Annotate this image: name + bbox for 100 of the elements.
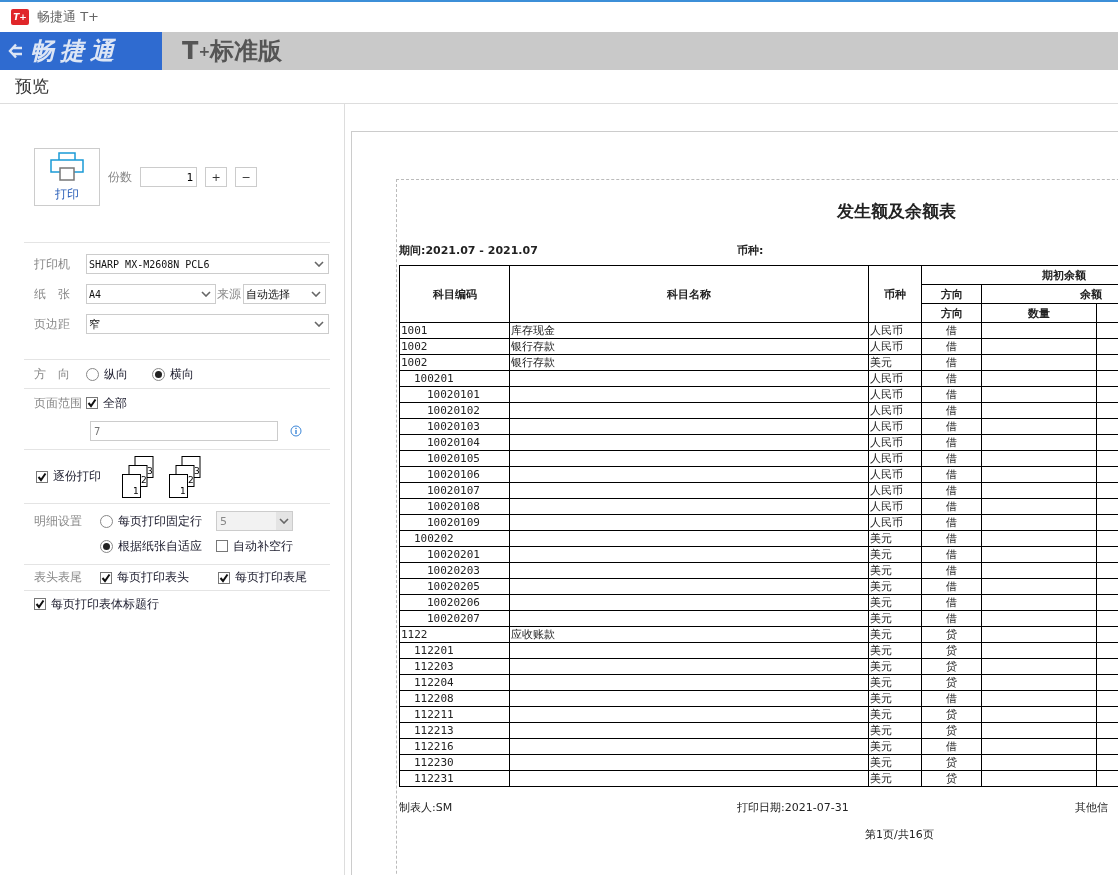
back-arrow-icon[interactable]: [8, 43, 24, 59]
table-cell: 美元: [868, 706, 922, 723]
table-cell: 112216: [399, 738, 510, 755]
currency-label: 币种:: [737, 243, 764, 258]
table-cell: 美元: [868, 562, 922, 579]
product-name: T$^{+}$标准版: [181, 36, 283, 67]
table-cell: 借: [921, 738, 982, 755]
table-cell: 人民币: [868, 418, 922, 435]
table-cell: 112203: [399, 658, 510, 675]
table-cell: 10020102: [399, 402, 510, 419]
page-range-label: 页面范围: [34, 394, 80, 412]
radio-button[interactable]: [86, 367, 99, 381]
margin-label: 页边距: [34, 315, 71, 333]
table-cell: 美元: [868, 754, 922, 771]
table-cell: 贷: [921, 754, 982, 771]
table-cell: 美元: [868, 546, 922, 563]
info-icon[interactable]: [290, 425, 302, 437]
table-cell: 10020106: [399, 466, 510, 483]
decrement-button[interactable]: −: [235, 167, 257, 187]
radio-button[interactable]: [100, 514, 113, 528]
radio-label[interactable]: 根据纸张自适应: [118, 537, 202, 555]
table-cell: 10020105: [399, 450, 510, 467]
source-dropdown[interactable]: 自动选择: [243, 284, 326, 304]
report-title: 发生额及余额表: [837, 201, 956, 221]
dialog-title: 预览: [0, 70, 1118, 104]
page-number: 第1页/共16页: [865, 828, 934, 841]
checkbox-label[interactable]: 逐份打印: [53, 468, 101, 485]
table-cell: 借: [921, 594, 982, 611]
table-cell: 10020207: [399, 610, 510, 627]
table-cell: 美元: [868, 354, 922, 371]
table-cell: 10020108: [399, 498, 510, 515]
table-cell: 借: [921, 546, 982, 563]
checkbox-label[interactable]: 自动补空行: [233, 537, 293, 555]
table-cell: 10020101: [399, 386, 510, 403]
brand-logo: 畅捷通: [30, 36, 120, 67]
table-cell: 人民币: [868, 514, 922, 531]
table-cell: 100202: [399, 530, 510, 547]
table-cell: 人民币: [868, 498, 922, 515]
radio-label[interactable]: 纵向: [104, 365, 128, 383]
table-cell: 10020206: [399, 594, 510, 611]
copies-field[interactable]: 1: [140, 167, 197, 187]
column-header: 数量: [981, 303, 1097, 323]
checkbox-label[interactable]: 每页打印表体标题行: [51, 595, 159, 613]
table-cell: 10020203: [399, 562, 510, 579]
radio-label[interactable]: 每页打印固定行: [118, 512, 202, 530]
printer-dropdown[interactable]: SHARP MX-M2608N PCL6: [86, 254, 329, 274]
checkbox[interactable]: [34, 598, 46, 610]
table-cell: 借: [921, 610, 982, 627]
checkbox-label[interactable]: 每页打印表尾: [235, 569, 307, 586]
column-header: 科目名称: [509, 265, 869, 323]
margin-dropdown[interactable]: 窄: [86, 314, 329, 334]
table-cell: 10020205: [399, 578, 510, 595]
table-cell: 112208: [399, 690, 510, 707]
paper-dropdown[interactable]: A4: [86, 284, 216, 304]
increment-button[interactable]: +: [205, 167, 227, 187]
caret-icon: [311, 291, 321, 297]
table-cell: 库存现金: [509, 322, 869, 339]
table-cell: 美元: [868, 770, 922, 787]
table-cell: 美元: [868, 610, 922, 627]
column-header: 科目编码: [399, 265, 510, 323]
checkbox[interactable]: [36, 470, 48, 483]
paper-label: 纸 张: [34, 285, 71, 303]
table-cell: 借: [921, 386, 982, 403]
table-cell: 10020104: [399, 434, 510, 451]
table-cell: 人民币: [868, 370, 922, 387]
checkbox[interactable]: [100, 571, 112, 584]
table-cell: 借: [921, 418, 982, 435]
page-range-field[interactable]: 7: [90, 421, 278, 441]
table-cell: 借: [921, 690, 982, 707]
other-info: 其他信: [1075, 799, 1108, 815]
radio-button[interactable]: [152, 367, 165, 381]
caret-icon: [201, 291, 211, 297]
table-cell: 银行存款: [509, 338, 869, 355]
table-cell: 贷: [921, 722, 982, 739]
table-cell: 借: [921, 578, 982, 595]
source-label: 来源: [217, 285, 241, 303]
table-cell: 贷: [921, 674, 982, 691]
checkbox-label[interactable]: 每页打印表头: [117, 569, 189, 586]
table-cell: 10020103: [399, 418, 510, 435]
radio-label[interactable]: 横向: [170, 365, 194, 383]
column-header: 方向: [921, 303, 982, 323]
table-cell: 1001: [399, 322, 510, 339]
table-cell: 贷: [921, 626, 982, 643]
column-header: 方向: [921, 284, 982, 304]
table-cell: 借: [921, 466, 982, 483]
checkbox[interactable]: [216, 540, 228, 552]
table-cell: 美元: [868, 642, 922, 659]
radio-button[interactable]: [100, 539, 113, 553]
print-button[interactable]: 打印: [34, 148, 100, 206]
orientation-label: 方 向: [34, 365, 71, 383]
checkbox-label[interactable]: 全部: [103, 394, 127, 412]
table-cell: 贷: [921, 642, 982, 659]
table-cell: 贷: [921, 658, 982, 675]
table-cell: 1002: [399, 354, 510, 371]
table-cell: 1002: [399, 338, 510, 355]
table-cell: 银行存款: [509, 354, 869, 371]
checkbox[interactable]: [86, 397, 98, 409]
checkbox[interactable]: [218, 571, 230, 584]
table-cell: 贷: [921, 770, 982, 787]
printer-label: 打印机: [34, 255, 71, 273]
